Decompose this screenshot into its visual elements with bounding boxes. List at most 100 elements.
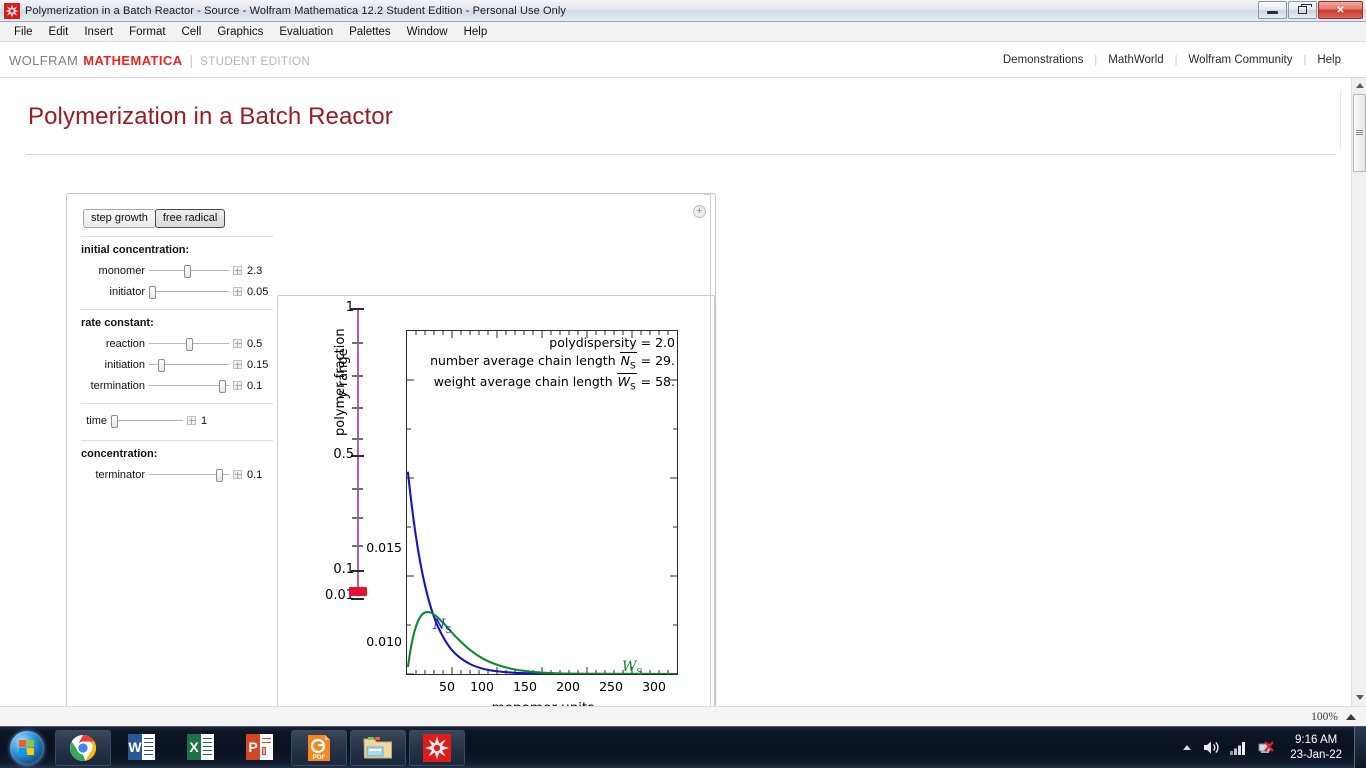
restore-button[interactable] [1288,1,1317,19]
menu-window[interactable]: Window [399,24,456,40]
scroll-up-arrow-icon[interactable] [1352,78,1366,92]
annotation-polydispersity: polydispersity = 2.0 [549,335,675,350]
zoom-level[interactable]: 100% [1311,711,1338,723]
slider-thumb-termination[interactable] [219,379,226,393]
expand-icon-initiator[interactable] [233,287,242,296]
menu-format[interactable]: Format [121,24,173,40]
slider-row-initiator: initiator 0.05 [81,282,277,301]
minimize-button[interactable] [1258,1,1287,19]
slider-thumb-initiator[interactable] [149,285,156,299]
divider-3 [81,403,273,404]
slider-track-reaction[interactable] [149,337,229,351]
start-orb-icon[interactable] [2,729,52,767]
menu-palettes[interactable]: Palettes [341,24,399,40]
slider-row-time: time 1 [81,411,277,430]
taskbar-button-word[interactable]: W [114,730,170,766]
slider-track-terminator[interactable] [149,468,229,482]
expand-icon-monomer[interactable] [233,266,242,275]
svg-text:PDF: PDF [313,754,326,761]
menu-cell[interactable]: Cell [174,24,210,40]
toolbar-links: Demonstrations | MathWorld | Wolfram Com… [992,54,1352,66]
slider-thumb-time[interactable] [111,414,118,428]
network-signal-icon[interactable] [1230,741,1247,755]
volume-icon[interactable] [1203,740,1220,755]
group-heading-rate-constant: rate constant: [81,317,154,329]
link-help[interactable]: Help [1306,54,1352,66]
group-heading-concentration: concentration: [81,448,158,460]
taskbar-button-explorer[interactable] [350,729,406,766]
slider-value-reaction: 0.5 [247,337,263,350]
taskbar-button-pdf[interactable]: PDF [291,729,347,766]
notebook-canvas[interactable]: Polymerization in a Batch Reactor + step… [0,78,1351,706]
link-demonstrations[interactable]: Demonstrations [992,54,1095,66]
slider-label-reaction: reaction [105,337,145,350]
menu-graphics[interactable]: Graphics [209,24,271,40]
menu-evaluation[interactable]: Evaluation [271,24,341,40]
title-cell-bracket[interactable] [1340,90,1341,148]
y-range-handle[interactable] [349,587,367,596]
divider-4 [81,440,273,441]
slider-track-time[interactable] [111,414,183,428]
taskbar-button-chrome[interactable] [55,729,111,766]
expand-icon-initiation[interactable] [233,360,242,369]
y-tick-minor-3 [352,407,363,409]
menu-insert[interactable]: Insert [76,24,121,40]
menu-file[interactable]: File [6,24,41,40]
curve-label-ns: NS [433,617,452,636]
wolfram-brand: WOLFRAM MATHEMATICA | STUDENT EDITION [9,52,310,68]
slider-track-monomer[interactable] [149,264,229,278]
graphics-output[interactable]: y range 1 0.5 0.1 0.01 polymer fraction … [277,295,715,706]
slider-label-terminator: terminator [95,468,145,481]
scroll-down-arrow-icon[interactable] [1352,690,1366,704]
taskbar-button-excel[interactable]: X [173,730,229,766]
menu-edit[interactable]: Edit [41,24,77,40]
excel-icon: X [187,733,215,762]
slider-thumb-reaction[interactable] [186,337,193,351]
x-tick-label-150: 150 [513,679,537,694]
menu-help[interactable]: Help [456,24,496,40]
y-tick-minor-2 [352,375,363,377]
x-tick-label-250: 250 [599,679,623,694]
setter-free-radical[interactable]: free radical [154,209,226,228]
menu-bar: File Edit Insert Format Cell Graphics Ev… [0,22,1366,42]
scrollbar-thumb[interactable] [1353,94,1366,172]
taskbar-button-powerpoint[interactable]: P [232,730,288,766]
expand-icon-terminator[interactable] [233,470,242,479]
slider-track-initiation[interactable] [149,358,229,372]
vertical-scrollbar[interactable] [1351,78,1366,706]
slider-row-termination: termination 0.1 [81,376,277,395]
expand-icon-reaction[interactable] [233,339,242,348]
close-button[interactable]: ✕ [1318,1,1363,19]
divider-2 [81,309,273,310]
network-disconnected-icon[interactable] [1257,740,1275,755]
slider-row-reaction: reaction 0.5 [81,334,277,353]
slider-track-termination[interactable] [149,379,229,393]
manipulate-controls: step growth free radical initial concent… [81,209,277,486]
taskbar-button-mathematica[interactable] [409,729,465,766]
y-tick-label-0015: 0.015 [366,540,402,555]
slider-value-monomer: 2.3 [247,264,263,277]
slider-value-initiation: 0.15 [247,358,269,371]
status-bar: 100% [0,706,1366,726]
y-tick-minor-5 [352,488,363,490]
manipulate-cell-bracket[interactable] [704,194,711,706]
show-desktop-button[interactable] [1354,726,1366,768]
expand-icon-time[interactable] [187,416,196,425]
clock[interactable]: 9:16 AM 23-Jan-22 [1284,733,1350,763]
slider-value-terminator: 0.1 [247,468,263,481]
slider-thumb-initiation[interactable] [158,358,165,372]
triangle-up-icon[interactable] [1346,713,1356,720]
setter-step-growth[interactable]: step growth [83,209,156,228]
slider-thumb-monomer[interactable] [184,264,191,278]
slider-track-initiator[interactable] [149,285,229,299]
group-heading-initial-concentration: initial concentration: [81,244,190,256]
link-mathworld[interactable]: MathWorld [1097,54,1174,66]
clock-time: 9:16 AM [1295,733,1338,746]
link-wolfram-community[interactable]: Wolfram Community [1178,54,1304,66]
expand-icon-termination[interactable] [233,381,242,390]
slider-thumb-terminator[interactable] [216,468,223,482]
window-controls: ✕ [1258,1,1363,19]
window-title: Polymerization in a Batch Reactor - Sour… [25,4,566,17]
show-hidden-icons-icon[interactable] [1181,743,1193,753]
x-tick-label-300: 300 [642,679,666,694]
